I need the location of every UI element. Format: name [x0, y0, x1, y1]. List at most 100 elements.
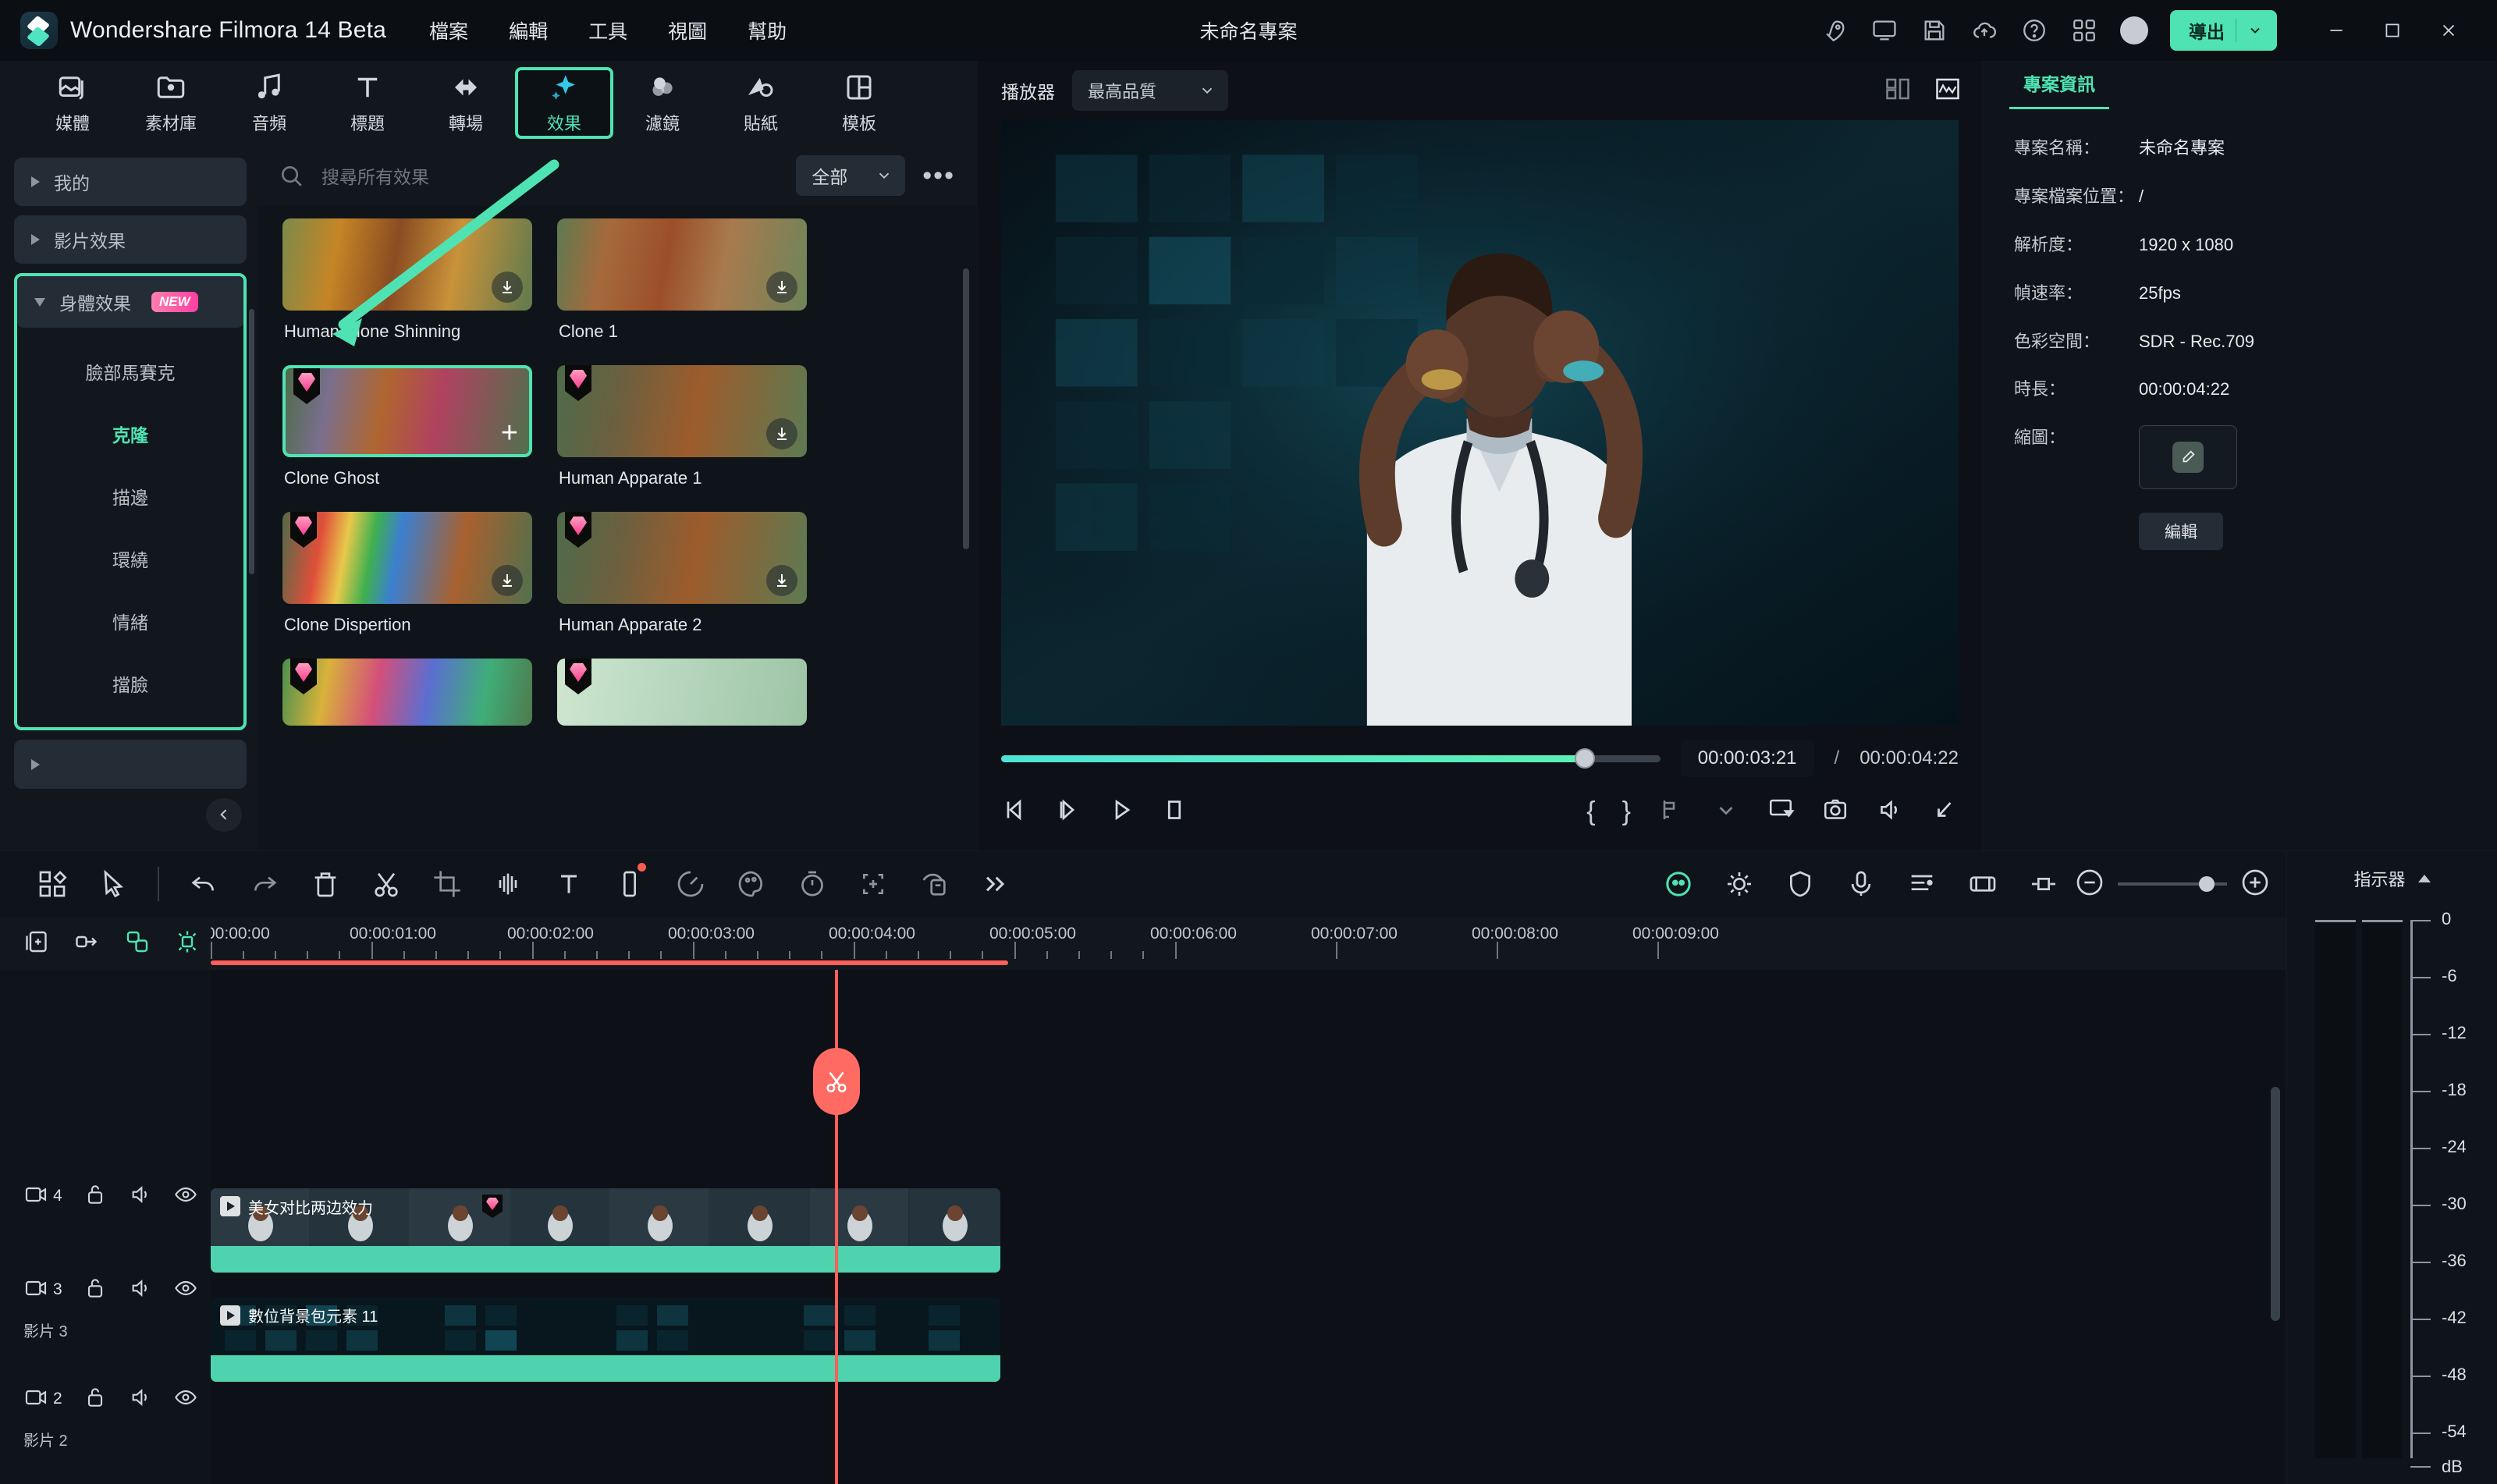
filter-dropdown[interactable]: 全部 — [796, 155, 906, 196]
mic-icon[interactable] — [1831, 860, 1891, 908]
monitor-icon[interactable] — [1870, 16, 1899, 44]
color-palette-icon[interactable] — [721, 860, 782, 908]
help-circle-icon[interactable] — [2020, 16, 2048, 44]
redo-icon[interactable] — [234, 860, 295, 908]
split-at-playhead-button[interactable] — [813, 1048, 860, 1115]
video-preview[interactable] — [1001, 120, 1959, 726]
zoom-out-button[interactable] — [2074, 867, 2105, 902]
subitem-clone[interactable]: 克隆 — [17, 403, 243, 465]
marker-icon[interactable] — [1952, 860, 2013, 908]
undo-icon[interactable] — [173, 860, 234, 908]
tab-project-info[interactable]: 專案資訊 — [2009, 69, 2109, 109]
timeline-clip-video3[interactable]: 美女对比两边效力 — [211, 1188, 1000, 1273]
effect-card[interactable]: Human Apparate 1 — [557, 365, 807, 506]
text-icon[interactable] — [538, 860, 599, 908]
maximize-button[interactable] — [2364, 0, 2421, 61]
edit-button[interactable]: 編輯 — [2139, 513, 2223, 551]
mute-icon[interactable] — [128, 1385, 153, 1414]
download-icon[interactable] — [766, 272, 797, 303]
link-clip-icon[interactable] — [73, 928, 101, 960]
menu-edit[interactable]: 編輯 — [509, 16, 548, 44]
enhance-icon[interactable] — [1709, 860, 1770, 908]
tab-filters[interactable]: 濾鏡 — [613, 67, 712, 139]
zoom-knob[interactable] — [2198, 876, 2215, 892]
video-track-icon[interactable] — [23, 1182, 48, 1211]
audio-split-icon[interactable] — [478, 860, 538, 908]
progress-slider[interactable] — [1001, 747, 1661, 769]
split-view-icon[interactable] — [1884, 75, 1912, 107]
tab-transition[interactable]: 轉場 — [417, 67, 515, 139]
lock-icon[interactable] — [83, 1276, 108, 1305]
tab-template[interactable]: 模板 — [810, 67, 908, 139]
prev-frame-icon[interactable] — [1001, 796, 1029, 828]
play-icon[interactable] — [1107, 796, 1135, 828]
next-frame-icon[interactable] — [1054, 796, 1082, 828]
download-icon[interactable] — [492, 565, 523, 596]
meter-header[interactable]: 指示器 — [2287, 851, 2497, 906]
effect-card[interactable] — [282, 659, 532, 726]
more-chevrons-icon[interactable] — [964, 860, 1025, 908]
fullscreen-display-icon[interactable] — [1767, 796, 1795, 828]
quality-dropdown[interactable]: 最高品質 — [1072, 70, 1229, 111]
effect-card[interactable]: Human Apparate 2 — [557, 512, 807, 652]
add-effect-button[interactable]: + — [501, 418, 518, 448]
group-icon[interactable] — [123, 928, 151, 960]
select-arrow-icon[interactable] — [83, 860, 144, 908]
video-track-icon[interactable] — [23, 1385, 48, 1414]
category-scrollbar[interactable] — [249, 309, 254, 574]
mark-in-icon[interactable]: { — [1586, 797, 1595, 827]
category-body-effects[interactable]: 身體效果 NEW — [17, 276, 243, 328]
eye-icon[interactable] — [173, 1182, 198, 1211]
crop-icon[interactable] — [417, 860, 478, 908]
subitem-face-block[interactable]: 擋臉 — [17, 652, 243, 715]
category-audio-effects[interactable] — [14, 740, 247, 789]
aspect-ratio-icon[interactable] — [599, 860, 660, 908]
lock-icon[interactable] — [83, 1182, 108, 1211]
magnet-snap-icon[interactable] — [173, 928, 201, 960]
tab-audio[interactable]: 音頻 — [220, 67, 318, 139]
expand-icon[interactable] — [1930, 796, 1959, 828]
playhead[interactable] — [813, 970, 860, 1484]
delete-trash-icon[interactable] — [295, 860, 356, 908]
effects-scrollbar[interactable] — [963, 268, 969, 549]
download-icon[interactable] — [766, 565, 797, 596]
ai-smart-icon[interactable] — [1648, 860, 1709, 908]
autoreframe-icon[interactable] — [843, 860, 904, 908]
download-icon[interactable] — [766, 418, 797, 449]
tab-effects[interactable]: 效果 — [515, 67, 613, 139]
split-scissors-icon[interactable] — [356, 860, 417, 908]
add-track-icon[interactable] — [23, 928, 52, 960]
subtitle-icon[interactable] — [1891, 860, 1952, 908]
tab-title[interactable]: 標題 — [318, 67, 417, 139]
collapse-panel-button[interactable] — [206, 797, 242, 833]
menu-file[interactable]: 檔案 — [429, 16, 468, 44]
avatar[interactable] — [2120, 16, 2148, 44]
duration-clock-icon[interactable] — [782, 860, 843, 908]
subitem-outline[interactable]: 描邊 — [17, 465, 243, 527]
mark-jump-icon[interactable] — [1657, 796, 1685, 828]
search-input[interactable]: 搜尋所有效果 — [321, 162, 779, 189]
rocket-icon[interactable] — [1820, 16, 1849, 44]
eye-icon[interactable] — [173, 1385, 198, 1414]
subitem-emotion[interactable]: 情緒 — [17, 590, 243, 652]
mark-out-icon[interactable]: } — [1622, 797, 1631, 827]
grid-apps-icon[interactable] — [2070, 16, 2098, 44]
lock-icon[interactable] — [83, 1385, 108, 1414]
minimize-button[interactable] — [2308, 0, 2364, 61]
save-icon[interactable] — [1920, 16, 1948, 44]
cloud-upload-icon[interactable] — [1970, 16, 1998, 44]
progress-knob[interactable] — [1575, 747, 1596, 769]
zoom-in-button[interactable] — [2239, 867, 2271, 902]
mute-icon[interactable] — [128, 1182, 153, 1211]
category-video-effects[interactable]: 影片效果 — [14, 215, 247, 264]
zoom-slider[interactable] — [2118, 876, 2227, 892]
voice-text-icon[interactable] — [904, 860, 964, 908]
effect-card[interactable]: Clone 1 — [557, 218, 807, 359]
effect-card-selected[interactable]: + Clone Ghost — [282, 365, 532, 506]
export-button[interactable]: 導出 — [2170, 9, 2277, 51]
speed-icon[interactable] — [660, 860, 721, 908]
video-track-icon[interactable] — [23, 1276, 48, 1305]
eye-icon[interactable] — [173, 1276, 198, 1305]
tab-stock-library[interactable]: 素材庫 — [122, 67, 220, 139]
volume-icon[interactable] — [1876, 796, 1904, 828]
